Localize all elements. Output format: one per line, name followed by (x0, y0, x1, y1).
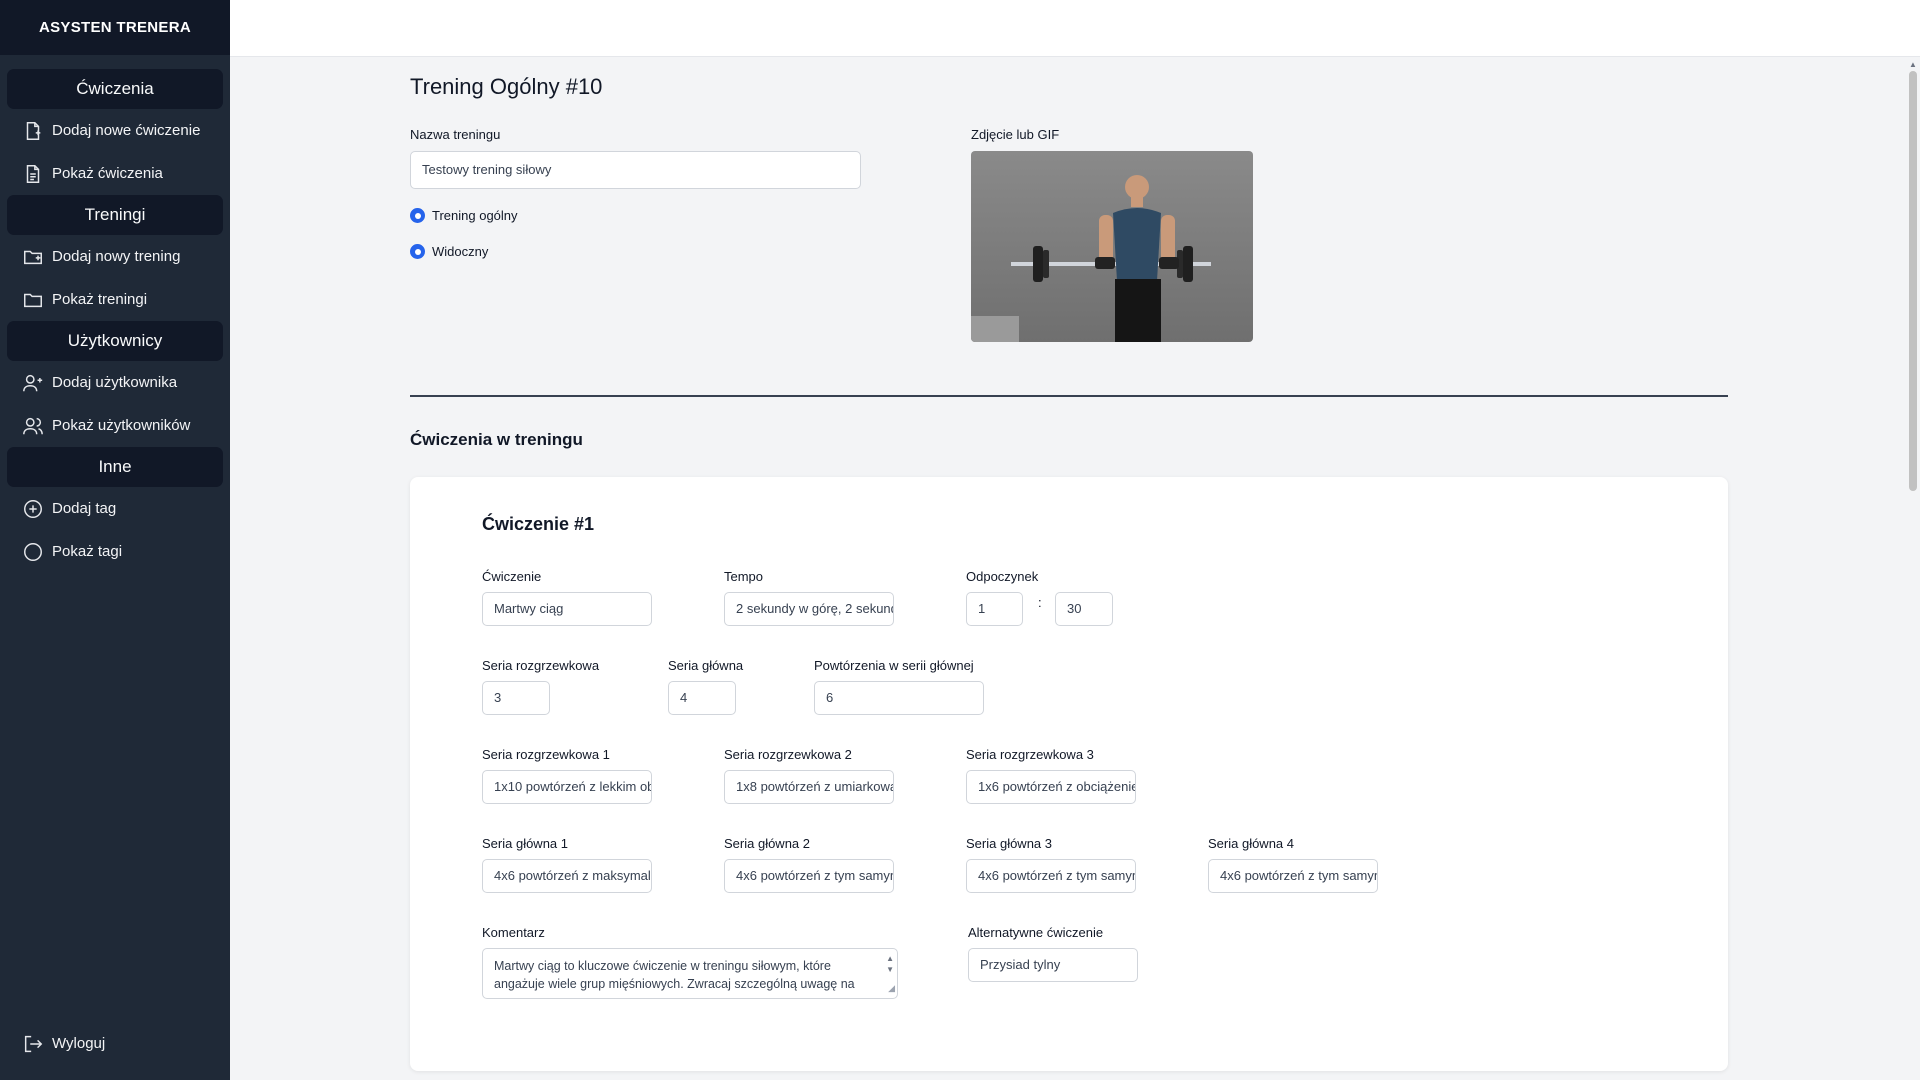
main2-label: Seria główna 2 (724, 836, 810, 851)
exercise-input[interactable]: Martwy ciąg (482, 592, 652, 626)
section-header-users: Użytkownicy (7, 321, 223, 361)
file-plus-icon (26, 121, 41, 140)
comment-textarea[interactable]: Martwy ciąg to kluczowe ćwiczenie w tren… (482, 948, 898, 999)
circle-icon (24, 542, 42, 561)
tempo-label: Tempo (724, 569, 764, 584)
sidebar-item-label: Dodaj nowe ćwiczenie (52, 122, 201, 139)
page-title: Trening Ogólny #10 (410, 74, 603, 99)
alternative-exercise-input[interactable]: Przysiad tylny (968, 948, 1138, 982)
folder-plus-icon (24, 250, 42, 264)
radio-visible-label: Widoczny (432, 244, 489, 259)
file-text-icon (26, 164, 40, 183)
app-brand: ASYSTEN TRENERA (0, 0, 230, 55)
scrollbar-thumb[interactable] (1909, 71, 1917, 491)
rest-label: Odpoczynek (966, 569, 1039, 584)
section-header-exercises: Ćwiczenia (7, 69, 223, 109)
sidebar-item-label: Pokaż treningi (52, 291, 148, 308)
warmup3-input[interactable]: 1x6 powtórzeń z obciążeniem (966, 770, 1136, 804)
sidebar-item-label: Dodaj nowy trening (52, 248, 181, 265)
training-name-label: Nazwa treningu (410, 127, 501, 142)
sidebar-item-label: Dodaj tag (52, 500, 117, 517)
radio-checked-icon (410, 208, 425, 223)
users-icon (23, 417, 43, 434)
radio-visible[interactable]: Widoczny (410, 244, 488, 259)
reps-input[interactable]: 6 (814, 681, 984, 715)
main-sets-label: Seria główna (668, 658, 744, 673)
main2-input[interactable]: 4x6 powtórzeń z tym samym (724, 859, 894, 893)
exercise-card: Ćwiczenie #1 Ćwiczenie Martwy ciąg Tempo… (410, 477, 1728, 1071)
alternative-exercise-label: Alternatywne ćwiczenie (968, 925, 1104, 940)
sidebar-item-add-user[interactable]: Dodaj użytkownika (0, 361, 230, 404)
sidebar-item-label: Pokaż tagi (52, 543, 123, 560)
sidebar: ASYSTEN TRENERA Ćwiczenia Dodaj nowe ćwi… (0, 0, 230, 1080)
logout-button[interactable]: Wyloguj (0, 1022, 230, 1065)
main3-input[interactable]: 4x6 powtórzeń z tym samym (966, 859, 1136, 893)
main4-label: Seria główna 4 (1208, 836, 1294, 851)
athlete-barbell-image (971, 175, 1211, 342)
exercises-section-title: Ćwiczenia w treningu (410, 430, 583, 449)
main1-input[interactable]: 4x6 powtórzeń z maksymalnym (482, 859, 652, 893)
exercise-label: Ćwiczenie (482, 569, 542, 584)
warmup3-label: Seria rozgrzewkowa 3 (966, 747, 1094, 762)
sidebar-item-label: Dodaj użytkownika (52, 374, 178, 391)
user-plus-icon (23, 374, 43, 391)
logout-icon (24, 1035, 43, 1052)
folder-icon (24, 293, 42, 307)
section-divider (410, 395, 1728, 397)
sidebar-item-label: Pokaż użytkowników (52, 417, 191, 434)
warmup-sets-input[interactable]: 3 (482, 681, 550, 715)
warmup-sets-label: Seria rozgrzewkowa (482, 658, 600, 673)
warmup2-label: Seria rozgrzewkowa 2 (724, 747, 852, 762)
warmup1-input[interactable]: 1x10 powtórzeń z lekkim obciążeniem (482, 770, 652, 804)
sidebar-item-show-users[interactable]: Pokaż użytkowników (0, 404, 230, 447)
sidebar-item-add-training[interactable]: Dodaj nowy trening (0, 235, 230, 278)
textarea-scroll-arrows-icon[interactable]: ▲ ▼ (886, 953, 894, 975)
main4-input[interactable]: 4x6 powtórzeń z tym samym (1208, 859, 1378, 893)
tempo-input[interactable]: 2 sekundy w górę, 2 sekundy w dół (724, 592, 894, 626)
sidebar-item-add-exercise[interactable]: Dodaj nowe ćwiczenie (0, 109, 230, 152)
sidebar-item-show-trainings[interactable]: Pokaż treningi (0, 278, 230, 321)
rest-separator: : (1038, 595, 1042, 610)
warmup1-label: Seria rozgrzewkowa 1 (482, 747, 610, 762)
resize-handle-icon[interactable]: ◢ (888, 979, 895, 997)
comment-label: Komentarz (482, 925, 545, 940)
exercise-card-title: Ćwiczenie #1 (482, 514, 595, 534)
top-bar (230, 0, 1920, 57)
main1-label: Seria główna 1 (482, 836, 568, 851)
reps-label: Powtórzenia w serii głównej (814, 658, 974, 673)
radio-general-training[interactable]: Trening ogólny (410, 208, 518, 223)
scroll-up-icon[interactable]: ▲ (1906, 57, 1920, 71)
sidebar-item-label: Pokaż ćwiczenia (52, 165, 163, 182)
main3-label: Seria główna 3 (966, 836, 1052, 851)
sidebar-item-show-exercises[interactable]: Pokaż ćwiczenia (0, 152, 230, 195)
plus-circle-icon (24, 499, 42, 518)
rest-minutes-input[interactable]: 1 (966, 592, 1023, 626)
comment-text: Martwy ciąg to kluczowe ćwiczenie w tren… (494, 959, 855, 991)
training-name-input[interactable]: Testowy trening siłowy (410, 151, 861, 189)
section-header-trainings: Treningi (7, 195, 223, 235)
training-photo[interactable] (971, 151, 1253, 342)
radio-general-label: Trening ogólny (432, 208, 518, 223)
main-sets-input[interactable]: 4 (668, 681, 736, 715)
logout-label: Wyloguj (52, 1035, 106, 1052)
section-header-other: Inne (7, 447, 223, 487)
radio-checked-icon (410, 244, 425, 259)
warmup2-input[interactable]: 1x8 powtórzeń z umiarkowanym obciążeniem (724, 770, 894, 804)
sidebar-item-add-tag[interactable]: Dodaj tag (0, 487, 230, 530)
main-content: Trening Ogólny #10 Nazwa treningu Testow… (230, 57, 1906, 1080)
page-scrollbar[interactable]: ▲ (1906, 57, 1920, 1080)
sidebar-item-show-tags[interactable]: Pokaż tagi (0, 530, 230, 573)
rest-seconds-input[interactable]: 30 (1055, 592, 1113, 626)
photo-label: Zdjęcie lub GIF (971, 127, 1060, 142)
